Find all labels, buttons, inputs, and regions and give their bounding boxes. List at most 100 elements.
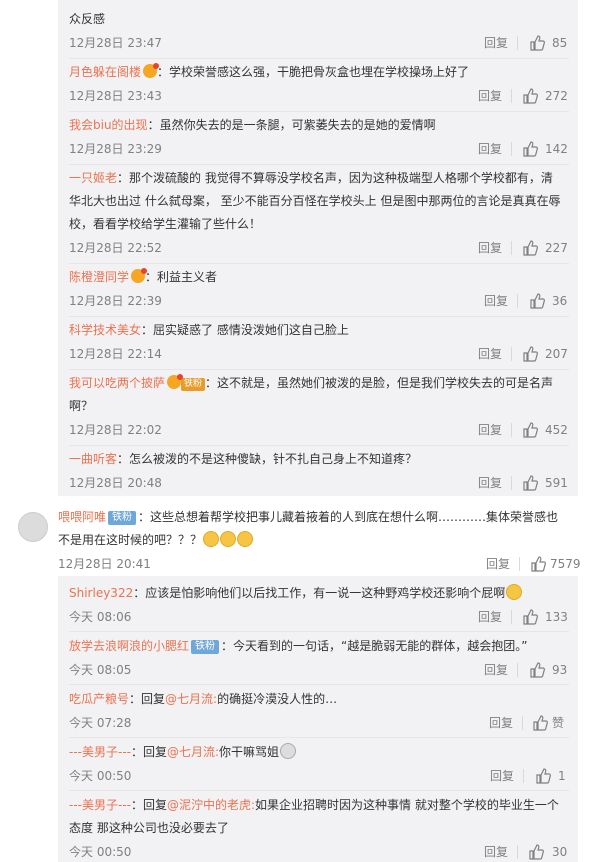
list-item: ---美男子---：回复@七月流:你干嘛骂姐 今天 00:50 回复 1 [69,741,569,786]
thumbs-up-icon[interactable] [522,422,538,438]
list-item: 我会biu的出现：虽然你失去的是一条腿，可紫萎失去的是她的爱情啊 12月28日 … [69,114,569,159]
reply-prefix: ：回复 [130,745,167,759]
reply-button[interactable]: 回复 [478,139,502,159]
reply-button[interactable]: 回复 [478,86,502,106]
username[interactable]: 陈橙澄同学 [69,270,129,284]
thumbs-up-icon[interactable] [529,293,545,309]
timestamp: 12月28日 22:14 [69,347,162,361]
timestamp: 今天 07:28 [69,716,132,730]
main-comment: 喂喂阿唯 铁粉 ：这些总想着帮学校把事儿藏着掖着的人到底在想什么啊…………集体荣誉感… [58,506,581,574]
username[interactable]: 吃瓜产粮号 [69,692,129,706]
avatar[interactable] [18,512,48,542]
thumbs-up-icon[interactable] [522,141,538,157]
list-item: 众反感 12月28日 23:47 回复 85 [69,8,569,53]
fan-badge: 铁粉 [108,511,137,525]
reply-button[interactable]: 回复 [478,473,502,493]
thumbs-up-icon[interactable] [530,556,546,572]
comment-text: 你干嘛骂姐 [219,745,280,759]
reply-prefix: ：回复 [129,692,166,706]
thumbs-up-icon[interactable] [522,475,538,491]
laugh-emoji-icon [237,531,254,547]
thumbs-up-icon[interactable] [535,768,551,784]
reply-button[interactable]: 回复 [490,766,514,786]
crying-emoji-icon [280,743,297,759]
reply-button[interactable]: 回复 [484,660,508,680]
like-count: 133 [545,610,568,624]
timestamp: 今天 08:06 [69,610,132,624]
like-count: 207 [545,347,568,361]
username[interactable]: 喂喂阿唯 [58,510,106,524]
fan-badge: 铁粉 [181,378,206,391]
timestamp: 12月28日 20:48 [69,476,162,490]
comment-text: 的确挺冷漠没人性的… [217,692,338,706]
thumbs-up-icon[interactable] [522,609,538,625]
comment-text: 众反感 [69,12,106,26]
username[interactable]: 一曲听客 [69,452,117,466]
vip-icon [143,63,160,78]
laugh-emoji-icon [506,584,523,600]
list-item: 我可以吃两个披萨 铁粉 ：这不就是，虽然她们被泼的是脸，但是我们学校失去的可是名声啊… [69,372,569,440]
list-item: 吃瓜产粮号：回复@七月流:的确挺冷漠没人性的… 今天 07:28 回复 赞 [69,688,569,733]
mention-link[interactable]: @七月流: [165,692,217,706]
list-item: 一只姬老：那个泼硫酸的 我觉得不算辱没学校名声，因为这种极端型人格哪个学校都有，… [69,167,569,258]
list-item: 月色躲在阁楼 ：学校荣誉感这么强，干脆把骨灰盒也埋在学校操场上好了 12月28日 … [69,61,569,106]
reply-button[interactable]: 回复 [489,713,513,733]
thumbs-up-icon[interactable] [529,35,545,51]
username[interactable]: 我会biu的出现 [69,118,148,132]
comment-text: ：那个泼硫酸的 我觉得不算辱没学校名声，因为这种极端型人格哪个学校都有，清华北大… [69,171,561,231]
username[interactable]: 科学技术美女 [69,323,141,337]
reply-button[interactable]: 回复 [478,238,502,258]
like-count: 591 [545,476,568,490]
thumbs-up-icon[interactable] [522,88,538,104]
comment-text: ：应该是怕影响他们以后找工作，有一说一这种野鸡学校还影响个屁啊 [133,586,506,600]
thumbs-up-icon[interactable] [529,662,545,678]
username[interactable]: ---美男子--- [69,745,131,759]
like-count: 赞 [552,716,565,730]
username[interactable]: 月色躲在阁楼 [69,65,141,79]
timestamp: 12月28日 22:02 [69,423,162,437]
reply-prefix: ：回复 [130,798,167,812]
laugh-emoji-icon [203,531,220,547]
like-count: 30 [552,845,568,859]
username[interactable]: 一只姬老 [69,171,117,185]
reply-button[interactable]: 回复 [484,291,508,311]
reply-button[interactable]: 回复 [478,344,502,364]
like-count: 272 [545,89,568,103]
like-count: 452 [545,423,568,437]
timestamp: 12月28日 23:47 [69,36,162,50]
reply-button[interactable]: 回复 [478,607,502,627]
list-item: 放学去浪啊浪的小腮红 铁粉 ：今天看到的一句话，“越是脆弱无能的群体，越会抱团。” … [69,635,569,680]
like-count: 93 [552,663,568,677]
like-count: 227 [545,241,568,255]
comment-text: ：利益主义者 [145,270,218,284]
mention-link[interactable]: @泥泞中的老虎: [167,798,255,812]
like-count: 85 [552,36,568,50]
vip-icon [167,374,184,389]
thumbs-up-icon[interactable] [522,240,538,256]
username[interactable]: ---美男子--- [69,798,131,812]
laugh-emoji-icon [220,531,237,547]
like-count: 36 [552,294,568,308]
reply-button[interactable]: 回复 [484,842,508,862]
list-item: 陈橙澄同学 ：利益主义者 12月28日 22:39 回复 36 [69,266,569,311]
username[interactable]: Shirley322 [69,586,133,600]
timestamp: 今天 08:05 [69,663,132,677]
thumbs-up-icon[interactable] [522,346,538,362]
mention-link[interactable]: @七月流: [167,745,219,759]
username[interactable]: 我可以吃两个披萨 [69,376,165,390]
thumbs-up-icon[interactable] [532,715,548,731]
timestamp: 12月28日 22:39 [69,294,162,308]
comment-text: ：学校荣誉感这么强，干脆把骨灰盒也埋在学校操场上好了 [157,65,470,79]
reply-button[interactable]: 回复 [484,33,508,53]
comment-text: ：怎么被泼的不是这种傻缺，针不扎自己身上不知道疼？ [117,452,418,466]
thumbs-up-icon[interactable] [528,844,544,860]
like-count: 1 [558,769,566,783]
username[interactable]: 放学去浪啊浪的小腮红 [69,639,189,653]
fan-badge: 铁粉 [191,640,220,654]
reply-button[interactable]: 回复 [478,420,502,440]
timestamp: 今天 00:50 [69,769,132,783]
timestamp: 12月28日 23:29 [69,142,162,156]
timestamp: 今天 00:50 [69,845,132,859]
list-item: Shirley322：应该是怕影响他们以后找工作，有一说一这种野鸡学校还影响个屁… [69,582,569,627]
reply-button[interactable]: 回复 [486,554,510,574]
